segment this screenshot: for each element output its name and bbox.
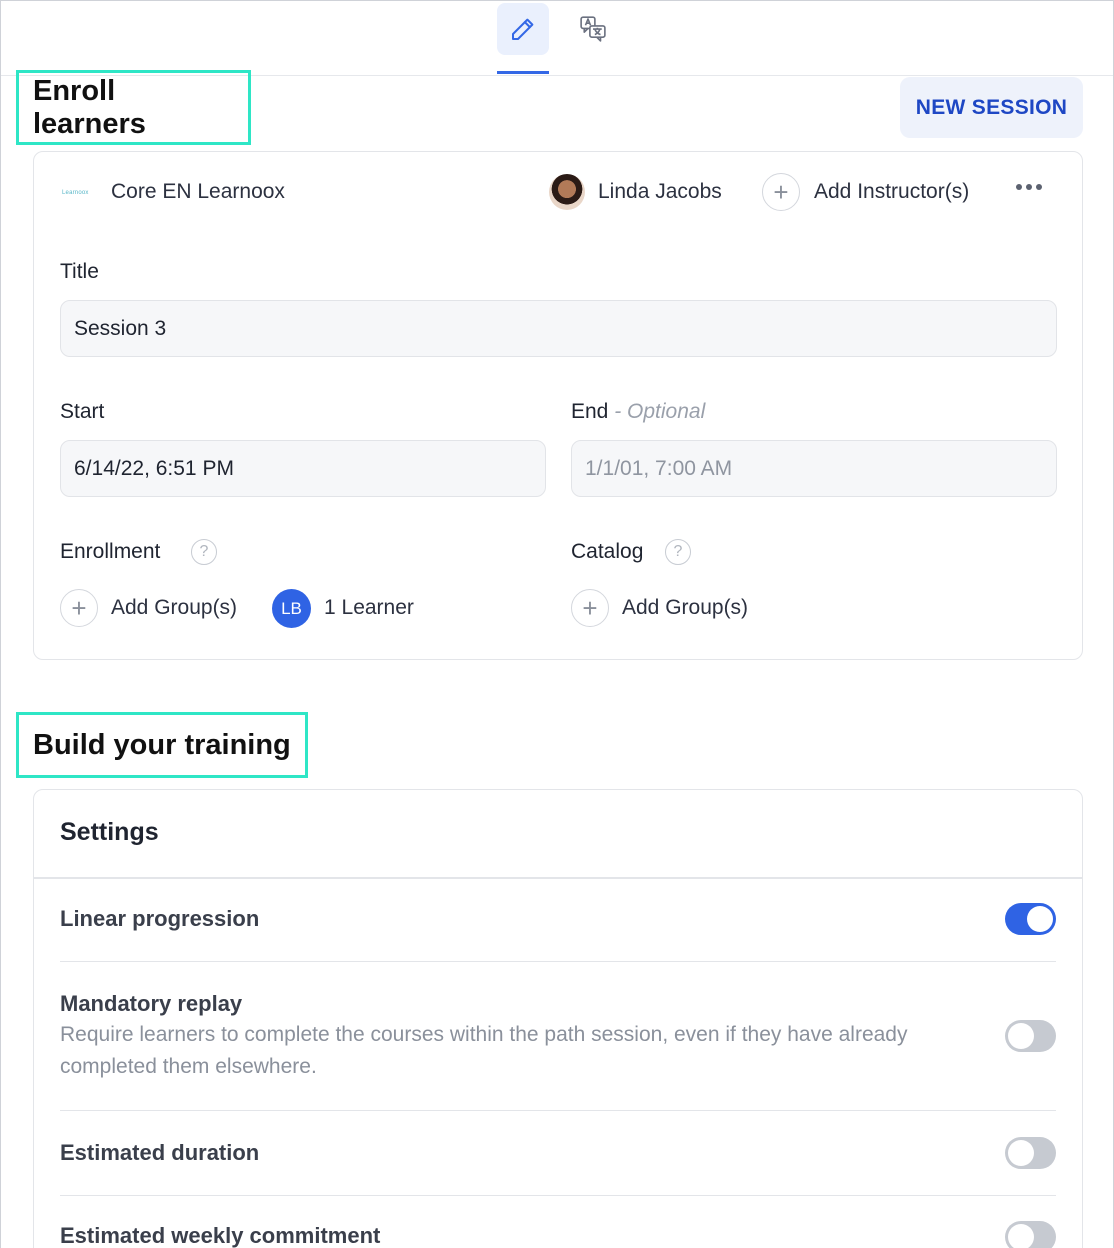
tab-edit[interactable] bbox=[497, 3, 549, 55]
build-training-heading: Build your training bbox=[16, 712, 308, 778]
pencil-icon bbox=[512, 18, 534, 40]
title-label: Title bbox=[60, 260, 99, 283]
learner-count[interactable]: 1 Learner bbox=[324, 596, 414, 620]
plus-icon: + bbox=[582, 593, 598, 623]
weekly-commitment-toggle[interactable] bbox=[1005, 1221, 1056, 1248]
start-label: Start bbox=[60, 400, 105, 423]
setting-name: Estimated duration bbox=[60, 1140, 260, 1165]
course-logo: Learnoox bbox=[62, 190, 98, 196]
add-instructor-button[interactable]: + bbox=[762, 173, 800, 211]
settings-card: Settings Linear progression Mandatory re… bbox=[33, 789, 1083, 1248]
enrollment-label: Enrollment bbox=[60, 540, 161, 563]
instructor-name: Linda Jacobs bbox=[598, 180, 722, 203]
setting-name: Linear progression bbox=[60, 906, 260, 931]
catalog-add-group-label[interactable]: Add Group(s) bbox=[622, 596, 748, 620]
mode-tab-bar bbox=[1, 0, 1113, 76]
settings-divider bbox=[34, 877, 1082, 879]
setting-description: Require learners to complete the courses… bbox=[60, 1023, 908, 1078]
estimated-duration-toggle[interactable] bbox=[1005, 1137, 1056, 1169]
setting-row-linear-progression: Linear progression bbox=[60, 906, 1056, 932]
enrollment-help-icon[interactable]: ? bbox=[191, 539, 217, 565]
tab-translate[interactable] bbox=[567, 3, 619, 55]
setting-row-estimated-duration: Estimated duration bbox=[60, 1140, 1056, 1166]
catalog-label: Catalog bbox=[571, 540, 644, 563]
translate-icon bbox=[580, 16, 606, 42]
session-card: Learnoox Core EN Learnoox Linda Jacobs +… bbox=[33, 151, 1083, 660]
more-options-icon[interactable] bbox=[1016, 184, 1042, 190]
catalog-add-group-button[interactable]: + bbox=[571, 589, 609, 627]
settings-title: Settings bbox=[60, 818, 159, 846]
course-name: Core EN Learnoox bbox=[111, 180, 285, 203]
row-divider bbox=[60, 1110, 1056, 1111]
setting-row-mandatory-replay: Mandatory replay Require learners to com… bbox=[60, 991, 1056, 1083]
enroll-learners-heading: Enroll learners bbox=[16, 70, 251, 145]
add-instructor-label[interactable]: Add Instructor(s) bbox=[814, 180, 969, 204]
catalog-help-icon[interactable]: ? bbox=[665, 539, 691, 565]
linear-progression-toggle[interactable] bbox=[1005, 903, 1056, 935]
end-label-text: End bbox=[571, 400, 609, 423]
learner-avatar: LB bbox=[272, 589, 311, 628]
row-divider bbox=[60, 1195, 1056, 1196]
row-divider bbox=[60, 961, 1056, 962]
end-label: End - Optional bbox=[571, 400, 705, 424]
plus-icon: + bbox=[773, 177, 789, 207]
setting-name: Mandatory replay bbox=[60, 991, 243, 1016]
end-optional-text: - Optional bbox=[608, 400, 706, 423]
start-date-input[interactable]: 6/14/22, 6:51 PM bbox=[60, 440, 546, 497]
setting-row-weekly-commitment: Estimated weekly commitment bbox=[60, 1223, 1056, 1248]
setting-name: Estimated weekly commitment bbox=[60, 1223, 381, 1248]
new-session-button[interactable]: NEW SESSION bbox=[900, 77, 1083, 138]
session-header-row: Learnoox Core EN Learnoox Linda Jacobs +… bbox=[34, 172, 1082, 214]
enrollment-add-group-label[interactable]: Add Group(s) bbox=[111, 596, 237, 620]
title-input[interactable]: Session 3 bbox=[60, 300, 1057, 357]
enrollment-add-group-button[interactable]: + bbox=[60, 589, 98, 627]
plus-icon: + bbox=[71, 593, 87, 623]
end-date-input[interactable]: 1/1/01, 7:00 AM bbox=[571, 440, 1057, 497]
instructor-avatar bbox=[549, 174, 585, 210]
course-logo-text: Learnoox bbox=[62, 190, 89, 196]
active-tab-indicator bbox=[497, 71, 549, 74]
mandatory-replay-toggle[interactable] bbox=[1005, 1020, 1056, 1052]
